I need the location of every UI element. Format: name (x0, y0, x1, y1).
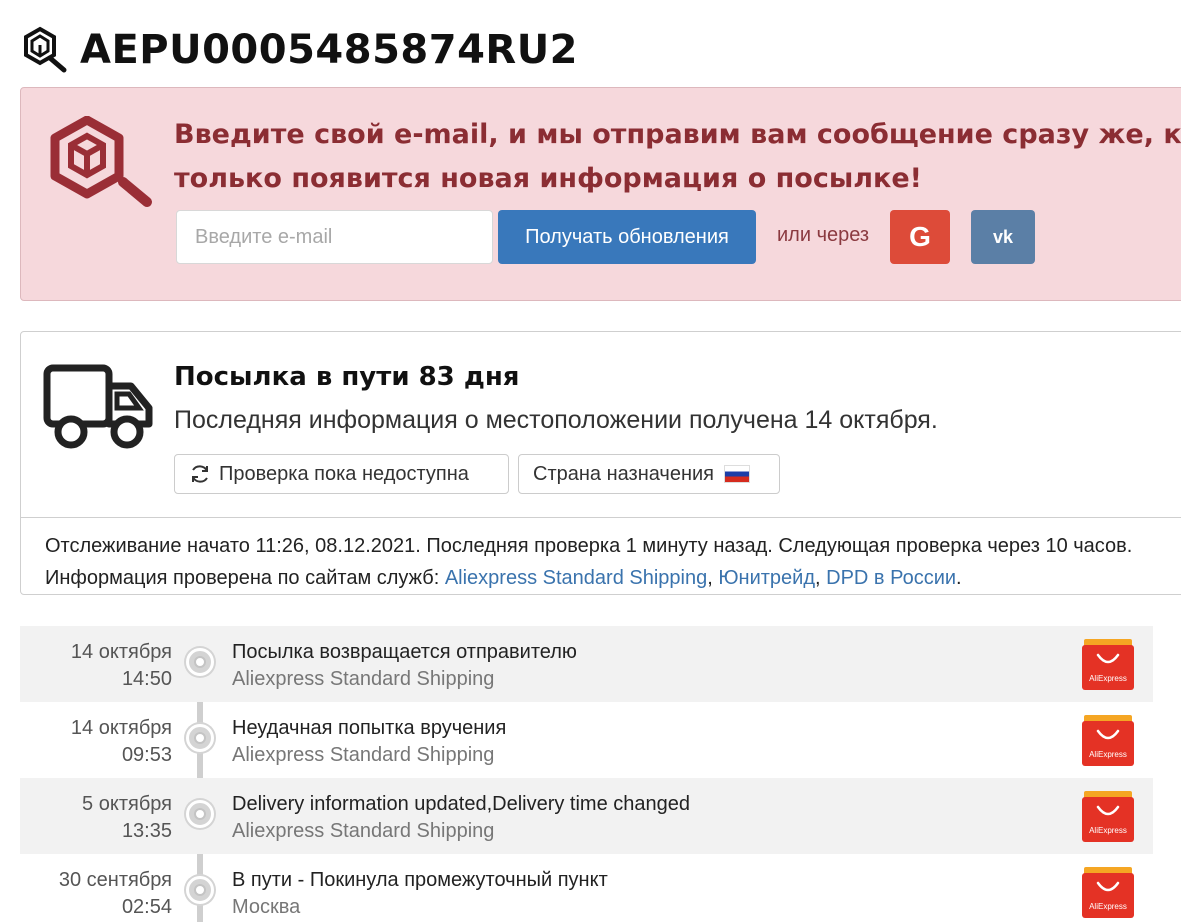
status-card: Посылка в пути 83 дня Последняя информац… (20, 331, 1181, 595)
or-via-label: или через (777, 224, 870, 246)
russia-flag-icon (724, 465, 751, 483)
services-checked-line: Информация проверена по сайтам служб: Al… (45, 562, 1132, 594)
event-service: Aliexpress Standard Shipping (232, 744, 495, 766)
refresh-icon (192, 465, 208, 483)
truck-icon (43, 364, 153, 449)
separator: , (815, 567, 827, 589)
google-icon: G (909, 221, 931, 252)
separator: , (707, 567, 719, 589)
services-checked-label: Информация проверена по сайтам служб: (45, 567, 440, 589)
event-title: Delivery information updated,Delivery ti… (232, 793, 691, 815)
svg-text:AliExpress: AliExpress (1089, 902, 1127, 911)
get-updates-button[interactable]: Получать обновления (498, 210, 756, 264)
event-text: Delivery information updated,Delivery ti… (232, 791, 690, 845)
timeline-dot (186, 724, 214, 752)
event-text: В пути - Покинула промежуточный пункт Мо… (232, 867, 608, 921)
event-date: 14 октября (70, 717, 172, 739)
event-time: 14:50 (121, 668, 172, 690)
event-datetime: 30 сентября 02:54 (20, 867, 172, 921)
service-link-aliexpress[interactable]: Aliexpress Standard Shipping (445, 567, 707, 589)
event-datetime: 14 октября 09:53 (20, 715, 172, 769)
status-subtitle: Последняя информация о местоположении по… (174, 406, 938, 434)
sentence-end: . (956, 567, 962, 589)
svg-text:AliExpress: AliExpress (1089, 826, 1127, 835)
tracking-info: Отслеживание начато 11:26, 08.12.2021. П… (45, 530, 1132, 594)
event-time: 13:35 (121, 820, 172, 842)
svg-text:AliExpress: AliExpress (1089, 674, 1127, 683)
timeline-event: 14 октября 14:50 Посылка возвращается от… (20, 626, 1153, 702)
event-service: Москва (232, 896, 301, 918)
tracking-page: AEPU0005485874RU2 Введите свой e-mail, и… (0, 0, 1181, 922)
event-date: 30 сентября (58, 869, 172, 891)
event-service: Aliexpress Standard Shipping (232, 668, 495, 690)
aliexpress-logo-icon: AliExpress (1082, 715, 1134, 766)
event-datetime: 5 октября 13:35 (20, 791, 172, 845)
aliexpress-logo-icon: AliExpress (1082, 791, 1134, 842)
event-title: Посылка возвращается отправителю (232, 641, 577, 663)
google-login-button[interactable]: G (890, 210, 950, 264)
service-link-unitrade[interactable]: Юнитрейд (718, 567, 815, 589)
event-title: В пути - Покинула промежуточный пункт (232, 869, 608, 891)
aliexpress-logo-icon: AliExpress (1082, 867, 1134, 918)
vk-login-button[interactable]: vk (971, 210, 1035, 264)
tracking-started-text: Отслеживание начато 11:26, 08.12.2021. П… (45, 535, 1133, 557)
timeline-event: 5 октября 13:35 Delivery information upd… (20, 778, 1153, 854)
event-text: Посылка возвращается отправителю Aliexpr… (232, 639, 577, 693)
subscribe-message: Введите свой e-mail, и мы отправим вам с… (174, 119, 1181, 194)
tracking-number: AEPU0005485874RU2 (80, 27, 579, 73)
timeline-dot (186, 876, 214, 904)
subscribe-alert: Введите свой e-mail, и мы отправим вам с… (20, 87, 1181, 301)
timeline-event: 14 октября 09:53 Неудачная попытка вруче… (20, 702, 1153, 778)
timeline-dot (186, 648, 214, 676)
svg-text:AliExpress: AliExpress (1089, 750, 1127, 759)
event-date: 5 октября (82, 793, 172, 815)
vk-icon: vk (992, 226, 1014, 247)
event-datetime: 14 октября 14:50 (20, 639, 172, 693)
service-link-dpd[interactable]: DPD в России (826, 567, 956, 589)
event-time: 02:54 (121, 896, 172, 918)
package-search-icon (24, 26, 67, 73)
timeline-dot (186, 800, 214, 828)
destination-label: Страна назначения (533, 462, 715, 485)
timeline-event: 30 сентября 02:54 В пути - Покинула пром… (20, 854, 1153, 922)
package-search-icon (50, 116, 152, 207)
event-date: 14 октября (70, 641, 172, 663)
destination-country-button[interactable]: Страна назначения (518, 454, 780, 494)
event-time: 09:53 (121, 744, 172, 766)
check-status-button[interactable]: Проверка пока недоступна (174, 454, 509, 494)
email-input[interactable] (176, 210, 493, 264)
event-title: Неудачная попытка вручения (232, 717, 507, 739)
event-service: Aliexpress Standard Shipping (232, 820, 495, 842)
check-status-label: Проверка пока недоступна (219, 462, 469, 485)
page-header: AEPU0005485874RU2 (20, 24, 578, 76)
aliexpress-logo-icon: AliExpress (1082, 639, 1134, 690)
status-title: Посылка в пути 83 дня (174, 362, 520, 392)
event-text: Неудачная попытка вручения Aliexpress St… (232, 715, 506, 769)
status-summary: Посылка в пути 83 дня Последняя информац… (21, 332, 1181, 518)
